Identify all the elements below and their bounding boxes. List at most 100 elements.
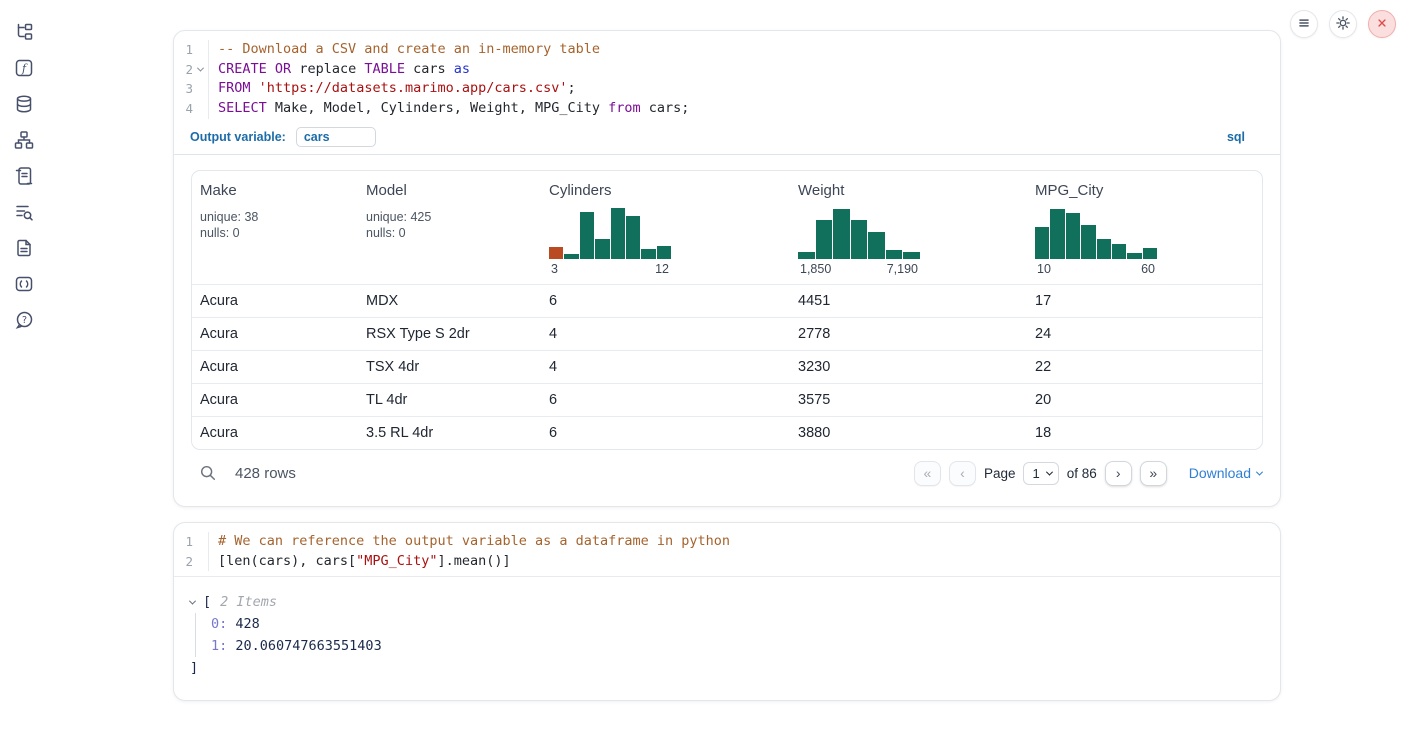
previous-page-button[interactable]: ‹ — [949, 461, 976, 486]
variables-icon[interactable]: f — [14, 58, 34, 78]
logs-icon[interactable] — [14, 202, 34, 222]
histogram-bar — [851, 220, 868, 259]
table-row: AcuraTSX 4dr4323022 — [192, 350, 1262, 383]
histogram-bar — [1081, 225, 1095, 259]
histogram-bar — [580, 212, 594, 259]
menu-icon — [1295, 14, 1313, 35]
cylinders-histogram: 312 — [549, 208, 671, 276]
histogram-bar — [641, 249, 655, 259]
row-count: 428 rows — [235, 465, 296, 482]
settings-button[interactable] — [1329, 10, 1357, 38]
table-cell: Acura — [192, 351, 358, 383]
menu-button[interactable] — [1290, 10, 1318, 38]
python-code-editor[interactable]: 1# We can reference the output variable … — [174, 523, 1280, 577]
code-line: 1-- Download a CSV and create an in-memo… — [174, 40, 1280, 60]
histogram-bar — [798, 252, 815, 259]
search-icon[interactable] — [199, 464, 217, 482]
histogram-bar — [657, 246, 671, 259]
code-line: 4SELECT Make, Model, Cylinders, Weight, … — [174, 99, 1280, 119]
table-cell: MDX — [358, 285, 541, 317]
axis-max-label: 60 — [1141, 262, 1155, 276]
code-line: 3FROM 'https://datasets.marimo.app/cars.… — [174, 79, 1280, 99]
first-page-button[interactable]: « — [914, 461, 941, 486]
next-page-button[interactable]: › — [1105, 461, 1132, 486]
table-body: AcuraMDX6445117AcuraRSX Type S 2dr427782… — [192, 284, 1262, 449]
output-variable-label: Output variable: — [190, 130, 286, 144]
tree-children: 0: 4281: 20.060747663551403 — [195, 613, 1264, 657]
svg-text:f: f — [21, 62, 28, 75]
histogram-bar — [833, 209, 850, 258]
python-cell: 1# We can reference the output variable … — [173, 522, 1281, 701]
documentation-icon[interactable] — [14, 238, 34, 258]
histogram-bar — [868, 232, 885, 259]
histogram-bar — [1112, 244, 1126, 259]
column-summary: unique: 425 nulls: 0 — [366, 209, 533, 242]
column-header-model[interactable]: Model unique: 425 nulls: 0 — [358, 171, 541, 284]
mpg-city-histogram: 10 60 — [1035, 208, 1157, 276]
datasources-icon[interactable] — [14, 94, 34, 114]
histogram-bar — [549, 247, 563, 259]
table-header: Make unique: 38 nulls: 0 Model unique: 4… — [192, 171, 1262, 284]
download-button[interactable]: Download — [1189, 465, 1262, 481]
histogram-bar — [1066, 213, 1080, 258]
items-count: 2 Items — [220, 591, 277, 613]
help-icon[interactable]: ? — [14, 310, 34, 330]
axis-min-label: 1,850 — [800, 262, 831, 276]
tree-entry: 1: 20.060747663551403 — [211, 635, 1264, 657]
table-cell: Acura — [192, 384, 358, 416]
table-cell: RSX Type S 2dr — [358, 318, 541, 350]
notebook-actions — [1290, 10, 1396, 38]
sidebar: f — [0, 0, 48, 729]
histogram-bar — [903, 252, 920, 259]
dependency-graph-icon[interactable] — [14, 130, 34, 150]
table-cell: TSX 4dr — [358, 351, 541, 383]
table-row: AcuraMDX6445117 — [192, 284, 1262, 317]
table-cell: 18 — [1027, 417, 1262, 449]
table-cell: 3230 — [790, 351, 1027, 383]
fold-icon[interactable] — [196, 65, 203, 72]
output-variable-row: Output variable: sql — [174, 124, 1280, 155]
table-row: Acura3.5 RL 4dr6388018 — [192, 416, 1262, 449]
table-cell: 4451 — [790, 285, 1027, 317]
sql-code-editor[interactable]: 1-- Download a CSV and create an in-memo… — [174, 31, 1280, 124]
table-cell: 2778 — [790, 318, 1027, 350]
collapse-icon[interactable] — [190, 600, 203, 605]
python-cell-output: [ 2 Items 0: 4281: 20.060747663551403 ] — [174, 577, 1280, 700]
scratchpad-icon[interactable] — [14, 166, 34, 186]
axis-min-label: 10 — [1037, 262, 1051, 276]
histogram-bar — [1097, 239, 1111, 258]
column-header-mpg-city[interactable]: MPG_City 1060 — [1027, 171, 1262, 284]
table-cell: 3.5 RL 4dr — [358, 417, 541, 449]
sql-cell-output: Make unique: 38 nulls: 0 Model unique: 4… — [174, 155, 1280, 506]
table-cell: TL 4dr — [358, 384, 541, 416]
histogram-bar — [1050, 209, 1064, 258]
column-header-weight[interactable]: Weight 1,8507,190 — [790, 171, 1027, 284]
axis-min-label: 3 — [551, 262, 558, 276]
last-page-button[interactable]: » — [1140, 461, 1167, 486]
notebook: 1-- Download a CSV and create an in-memo… — [173, 30, 1281, 701]
axis-max-label: 7,190 — [887, 262, 918, 276]
snippets-icon[interactable] — [14, 274, 34, 294]
gear-icon — [1334, 14, 1352, 35]
table-row: AcuraTL 4dr6357520 — [192, 383, 1262, 416]
column-header-cylinders[interactable]: Cylinders 312 — [541, 171, 790, 284]
table-cell: 6 — [541, 285, 790, 317]
shutdown-button[interactable] — [1368, 10, 1396, 38]
page-select[interactable]: 1 — [1023, 462, 1058, 485]
table-row: AcuraRSX Type S 2dr4277824 — [192, 317, 1262, 350]
histogram-bar — [595, 239, 609, 258]
histogram-bar — [1127, 253, 1141, 259]
language-badge[interactable]: sql — [1227, 130, 1245, 144]
output-variable-input[interactable] — [296, 127, 376, 147]
histogram-bar — [886, 250, 903, 259]
bracket-close: ] — [190, 657, 1264, 679]
svg-text:?: ? — [22, 315, 27, 326]
table-cell: 20 — [1027, 384, 1262, 416]
histogram-bar — [611, 208, 625, 259]
tree-entry: 0: 428 — [211, 613, 1264, 635]
file-explorer-icon[interactable] — [14, 22, 34, 42]
column-header-make[interactable]: Make unique: 38 nulls: 0 — [192, 171, 358, 284]
tree-root: [ 2 Items — [190, 591, 1264, 613]
page-label: Page — [984, 466, 1016, 481]
code-line: 2[len(cars), cars["MPG_City"].mean()] — [174, 552, 1280, 572]
